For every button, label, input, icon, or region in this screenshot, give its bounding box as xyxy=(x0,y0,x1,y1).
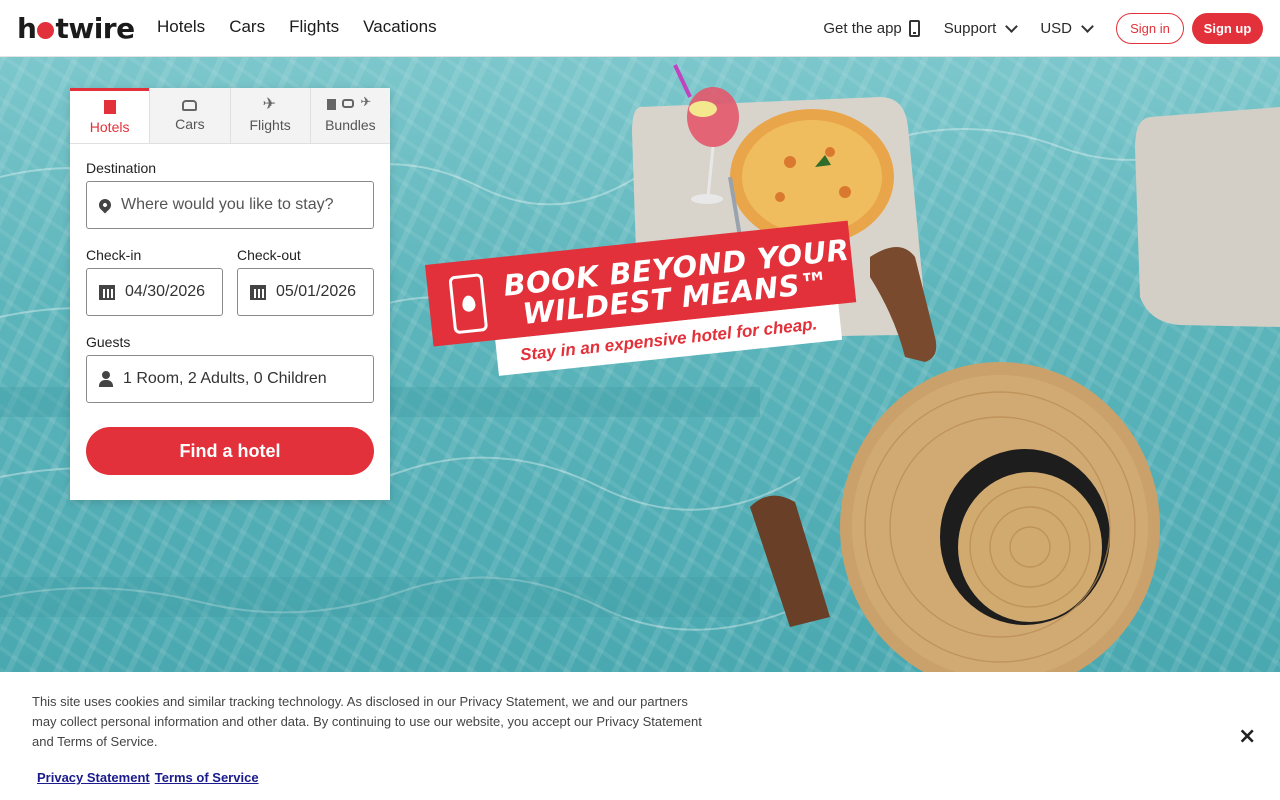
chevron-down-icon xyxy=(1081,19,1094,33)
privacy-statement-link[interactable]: Privacy Statement xyxy=(37,770,150,785)
logo-text-start: h xyxy=(17,12,37,45)
checkin-field[interactable]: 04/30/2026 xyxy=(86,268,223,316)
currency-label: USD xyxy=(1040,20,1072,37)
tab-flights-label: Flights xyxy=(249,117,291,133)
main-nav: Hotels Cars Flights Vacations xyxy=(157,17,437,37)
map-pin-icon xyxy=(96,196,114,214)
sign-in-button[interactable]: Sign in xyxy=(1116,13,1184,44)
nav-hotels[interactable]: Hotels xyxy=(157,17,205,37)
get-app-label: Get the app xyxy=(823,20,902,37)
bundle-icons xyxy=(327,95,373,112)
plane-icon xyxy=(263,94,278,113)
guests-value: 1 Room, 2 Adults, 0 Children xyxy=(123,370,327,387)
hotwire-logo[interactable]: h twire xyxy=(17,12,135,45)
search-tabs: Hotels Cars Flights Bundles xyxy=(70,88,390,144)
tab-cars[interactable]: Cars xyxy=(149,88,230,143)
logo-dot xyxy=(37,22,55,39)
currency-menu[interactable]: USD xyxy=(1040,19,1094,37)
support-menu[interactable]: Support xyxy=(943,19,1019,37)
terms-of-service-link[interactable]: Terms of Service xyxy=(155,770,259,785)
site-header: h twire Hotels Cars Flights Vacations Get… xyxy=(0,0,1280,57)
search-form: Destination Where would you like to stay… xyxy=(70,144,390,475)
plane-icon xyxy=(360,95,373,112)
tab-bundles-label: Bundles xyxy=(325,116,376,133)
person-icon xyxy=(99,371,113,387)
checkin-label: Check-in xyxy=(86,247,142,263)
tab-flights[interactable]: Flights xyxy=(229,88,310,143)
hotel-search-panel: Hotels Cars Flights Bundles Destination … xyxy=(70,88,390,500)
guests-label: Guests xyxy=(86,334,131,350)
tab-hotels[interactable]: Hotels xyxy=(70,88,150,143)
calendar-icon xyxy=(99,284,115,300)
sign-up-button[interactable]: Sign up xyxy=(1192,13,1263,44)
car-icon xyxy=(182,99,198,111)
destination-field[interactable]: Where would you like to stay? xyxy=(86,181,374,229)
cookie-banner: This site uses cookies and similar track… xyxy=(0,672,1280,800)
tab-hotels-label: Hotels xyxy=(89,118,130,135)
hotel-icon xyxy=(103,99,116,114)
nav-flights[interactable]: Flights xyxy=(289,17,339,37)
hotel-icon xyxy=(327,98,337,110)
destination-label: Destination xyxy=(86,160,157,176)
guests-field[interactable]: 1 Room, 2 Adults, 0 Children xyxy=(86,355,374,403)
checkout-value: 05/01/2026 xyxy=(276,283,357,300)
checkout-label: Check-out xyxy=(237,247,301,263)
find-hotel-button[interactable]: Find a hotel xyxy=(86,427,374,475)
car-icon xyxy=(342,98,355,108)
phone-flame-icon xyxy=(448,273,489,335)
cookie-notice-text: This site uses cookies and similar track… xyxy=(32,694,702,749)
chevron-down-icon xyxy=(1005,19,1019,33)
get-app-link[interactable]: Get the app xyxy=(823,20,920,37)
tab-bundles[interactable]: Bundles xyxy=(309,88,390,143)
logo-text-end: twire xyxy=(55,12,135,45)
tab-cars-label: Cars xyxy=(175,115,205,132)
account-nav: Get the app Support USD Sign in Sign up xyxy=(823,0,1280,57)
nav-cars[interactable]: Cars xyxy=(229,17,265,37)
nav-vacations[interactable]: Vacations xyxy=(363,17,436,37)
close-icon[interactable]: × xyxy=(1238,724,1256,749)
checkout-field[interactable]: 05/01/2026 xyxy=(237,268,374,316)
support-label: Support xyxy=(943,20,997,37)
cookie-links: Privacy Statement Terms of Service xyxy=(37,770,259,785)
checkin-value: 04/30/2026 xyxy=(125,283,206,300)
calendar-icon xyxy=(250,284,266,300)
destination-placeholder: Where would you like to stay? xyxy=(121,196,334,213)
phone-icon xyxy=(908,20,920,37)
